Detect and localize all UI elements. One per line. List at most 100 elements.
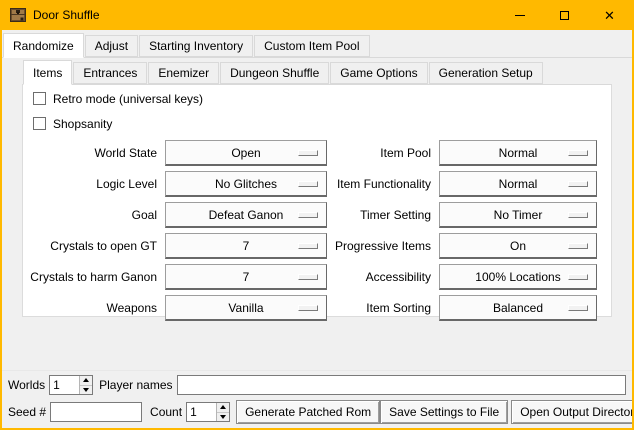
logic-level-label: Logic Level bbox=[25, 171, 161, 197]
player-names-label: Player names bbox=[99, 378, 172, 392]
dropdown-indicator-icon bbox=[568, 243, 588, 249]
dropdown-indicator-icon bbox=[298, 150, 318, 156]
weapons-dropdown[interactable]: Vanilla bbox=[165, 295, 327, 321]
crystals-harm-ganon-label: Crystals to harm Ganon bbox=[25, 264, 161, 290]
door-shuffle-window: Door Shuffle ✕ Randomize Adjust Starting… bbox=[0, 0, 634, 430]
tab-game-options[interactable]: Game Options bbox=[330, 62, 427, 84]
save-settings-button[interactable]: Save Settings to File bbox=[380, 400, 508, 424]
maximize-button[interactable] bbox=[542, 0, 587, 30]
goal-label: Goal bbox=[25, 202, 161, 228]
window-controls: ✕ bbox=[497, 0, 632, 30]
close-icon: ✕ bbox=[604, 9, 615, 22]
tab-enemizer[interactable]: Enemizer bbox=[148, 62, 219, 84]
options-grid: World State Open Item Pool Normal Logic … bbox=[23, 140, 611, 321]
dropdown-indicator-icon bbox=[568, 181, 588, 187]
count-spin-down-button[interactable] bbox=[217, 412, 229, 422]
spinner-down-icon bbox=[83, 388, 89, 392]
crystals-harm-ganon-dropdown[interactable]: 7 bbox=[165, 264, 327, 290]
app-chest-icon[interactable] bbox=[9, 6, 27, 24]
world-state-label: World State bbox=[25, 140, 161, 166]
item-sorting-value: Balanced bbox=[493, 301, 543, 315]
sub-tab-bar: Items Entrances Enemizer Dungeon Shuffle… bbox=[22, 60, 632, 84]
seed-input[interactable] bbox=[50, 402, 142, 422]
generate-patched-rom-button[interactable]: Generate Patched Rom bbox=[236, 400, 380, 424]
dropdown-indicator-icon bbox=[298, 181, 318, 187]
timer-setting-label: Timer Setting bbox=[331, 202, 435, 228]
tab-items[interactable]: Items bbox=[23, 60, 72, 85]
logic-level-dropdown[interactable]: No Glitches bbox=[165, 171, 327, 197]
world-state-value: Open bbox=[231, 146, 260, 160]
crystals-open-gt-dropdown[interactable]: 7 bbox=[165, 233, 327, 259]
worlds-spinner bbox=[49, 375, 93, 395]
player-names-input[interactable] bbox=[177, 375, 627, 395]
crystals-open-gt-label: Crystals to open GT bbox=[25, 233, 161, 259]
close-button[interactable]: ✕ bbox=[587, 0, 632, 30]
worlds-spin-up-button[interactable] bbox=[80, 376, 92, 385]
crystals-harm-ganon-value: 7 bbox=[243, 270, 250, 284]
shopsanity-row: Shopsanity bbox=[33, 115, 611, 132]
bottom-bar: Worlds Player names Seed # bbox=[2, 371, 632, 428]
dropdown-indicator-icon bbox=[298, 305, 318, 311]
count-input[interactable] bbox=[187, 403, 216, 421]
window-title: Door Shuffle bbox=[33, 8, 100, 22]
retro-mode-label: Retro mode (universal keys) bbox=[53, 92, 203, 106]
tab-adjust[interactable]: Adjust bbox=[85, 35, 138, 57]
weapons-value: Vanilla bbox=[228, 301, 263, 315]
accessibility-value: 100% Locations bbox=[475, 270, 560, 284]
item-functionality-dropdown[interactable]: Normal bbox=[439, 171, 597, 197]
retro-mode-checkbox[interactable] bbox=[33, 92, 46, 105]
crystals-open-gt-value: 7 bbox=[243, 239, 250, 253]
spinner-up-icon bbox=[220, 405, 226, 409]
goal-value: Defeat Ganon bbox=[209, 208, 284, 222]
shopsanity-checkbox[interactable] bbox=[33, 117, 46, 130]
tab-entrances[interactable]: Entrances bbox=[73, 62, 147, 84]
multiworld-row: Worlds Player names bbox=[8, 375, 626, 395]
dropdown-indicator-icon bbox=[568, 305, 588, 311]
item-pool-label: Item Pool bbox=[331, 140, 435, 166]
tab-custom-item-pool[interactable]: Custom Item Pool bbox=[254, 35, 369, 57]
progressive-items-label: Progressive Items bbox=[331, 233, 435, 259]
count-spinner-arrows bbox=[216, 403, 229, 421]
titlebar[interactable]: Door Shuffle ✕ bbox=[2, 0, 632, 30]
worlds-spin-down-button[interactable] bbox=[80, 385, 92, 395]
count-spin-up-button[interactable] bbox=[217, 403, 229, 412]
main-tab-bar: Randomize Adjust Starting Inventory Cust… bbox=[2, 30, 632, 57]
accessibility-label: Accessibility bbox=[331, 264, 435, 290]
dropdown-indicator-icon bbox=[568, 274, 588, 280]
logic-level-value: No Glitches bbox=[215, 177, 277, 191]
goal-dropdown[interactable]: Defeat Ganon bbox=[165, 202, 327, 228]
item-sorting-dropdown[interactable]: Balanced bbox=[439, 295, 597, 321]
minimize-button[interactable] bbox=[497, 0, 542, 30]
client-area: Randomize Adjust Starting Inventory Cust… bbox=[2, 30, 632, 428]
seed-label: Seed # bbox=[8, 405, 46, 419]
spinner-down-icon bbox=[220, 415, 226, 419]
count-label: Count bbox=[150, 405, 182, 419]
world-state-dropdown[interactable]: Open bbox=[165, 140, 327, 166]
progressive-items-dropdown[interactable]: On bbox=[439, 233, 597, 259]
dropdown-indicator-icon bbox=[568, 150, 588, 156]
spinner-up-icon bbox=[83, 378, 89, 382]
tab-randomize[interactable]: Randomize bbox=[3, 33, 84, 58]
maximize-icon bbox=[560, 11, 569, 20]
worlds-input[interactable] bbox=[50, 376, 79, 394]
tab-starting-inventory[interactable]: Starting Inventory bbox=[139, 35, 253, 57]
weapons-label: Weapons bbox=[25, 295, 161, 321]
worlds-spinner-arrows bbox=[79, 376, 92, 394]
item-functionality-label: Item Functionality bbox=[331, 171, 435, 197]
tab-dungeon-shuffle[interactable]: Dungeon Shuffle bbox=[220, 62, 329, 84]
worlds-label: Worlds bbox=[8, 378, 45, 392]
retro-mode-row: Retro mode (universal keys) bbox=[33, 90, 611, 107]
randomize-page: Items Entrances Enemizer Dungeon Shuffle… bbox=[2, 57, 632, 371]
dropdown-indicator-icon bbox=[298, 212, 318, 218]
items-page: Retro mode (universal keys) Shopsanity W… bbox=[22, 84, 612, 317]
dropdown-indicator-icon bbox=[298, 243, 318, 249]
tab-generation-setup[interactable]: Generation Setup bbox=[429, 62, 543, 84]
item-pool-value: Normal bbox=[499, 146, 538, 160]
timer-setting-value: No Timer bbox=[494, 208, 543, 222]
accessibility-dropdown[interactable]: 100% Locations bbox=[439, 264, 597, 290]
item-pool-dropdown[interactable]: Normal bbox=[439, 140, 597, 166]
timer-setting-dropdown[interactable]: No Timer bbox=[439, 202, 597, 228]
count-spinner bbox=[186, 402, 230, 422]
open-output-directory-button[interactable]: Open Output Directory bbox=[511, 400, 632, 424]
item-sorting-label: Item Sorting bbox=[331, 295, 435, 321]
